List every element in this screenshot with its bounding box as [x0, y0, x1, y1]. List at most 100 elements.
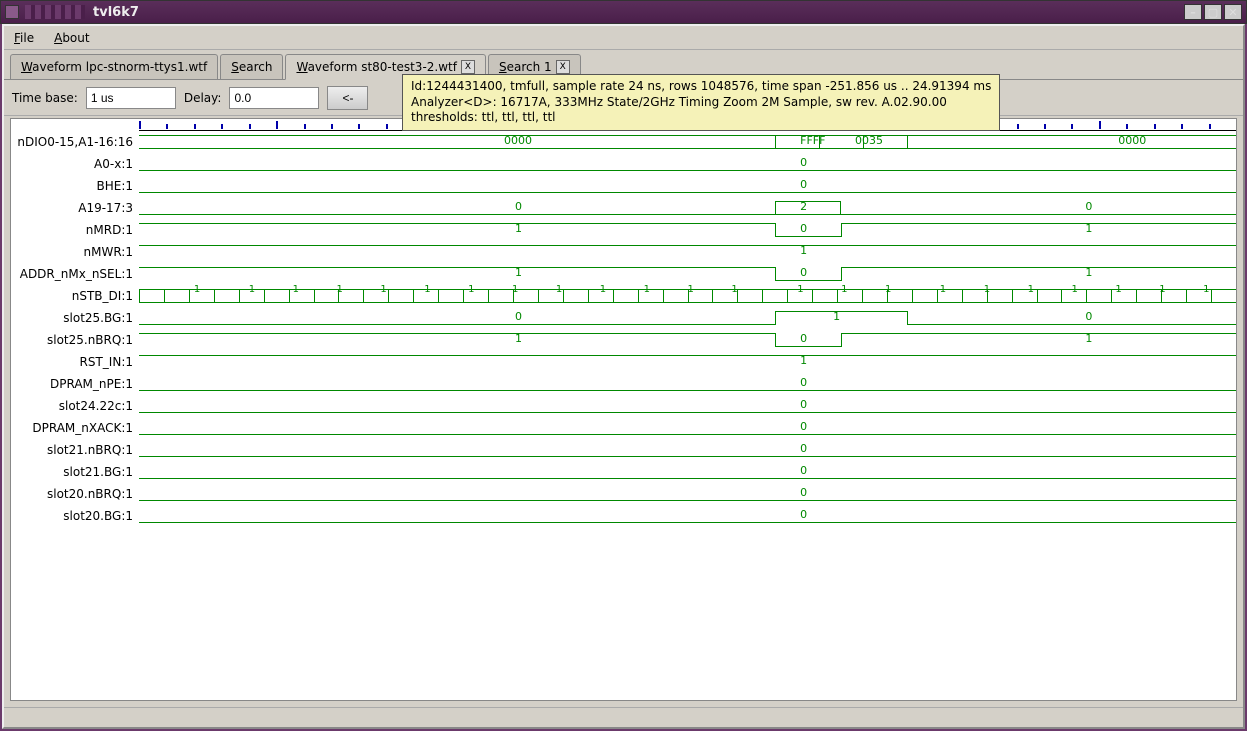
signal-track[interactable]: 1 — [139, 351, 1236, 373]
signal-label: DPRAM_nXACK:1 — [11, 421, 139, 435]
timebase-input[interactable] — [86, 87, 176, 109]
signal-label: slot20.BG:1 — [11, 509, 139, 523]
wave-value: 0 — [800, 486, 807, 499]
wave-value: 2 — [800, 200, 807, 213]
signal-track[interactable]: 1 0 1 — [139, 263, 1236, 285]
signal-label: DPRAM_nPE:1 — [11, 377, 139, 391]
tab-label: Search 1 — [499, 60, 552, 74]
signal-track[interactable]: 0000FFFF00350000 — [139, 131, 1236, 153]
tooltip-line3: thresholds: ttl, ttl, ttl, ttl — [411, 110, 991, 126]
signal-label: slot21.nBRQ:1 — [11, 443, 139, 457]
tab-1[interactable]: Search — [220, 54, 283, 79]
signal-label: slot21.BG:1 — [11, 465, 139, 479]
signal-label: A19-17:3 — [11, 201, 139, 215]
signal-row: DPRAM_nPE:1 0 — [11, 373, 1236, 395]
signal-track[interactable]: 0 — [139, 175, 1236, 197]
signal-label: nDIO0-15,A1-16:16 — [11, 135, 139, 149]
wave-value: 0 — [800, 420, 807, 433]
wave-value: 1 — [1085, 222, 1092, 235]
close-button[interactable]: ✕ — [1224, 4, 1242, 20]
signal-track[interactable]: 0 — [139, 505, 1236, 527]
wave-value: 1 — [1085, 332, 1092, 345]
wave-value: 0 — [800, 464, 807, 477]
signal-row: slot21.BG:1 0 — [11, 461, 1236, 483]
signal-row: RST_IN:11 — [11, 351, 1236, 373]
signal-row: slot25.nBRQ:1101 — [11, 329, 1236, 351]
signal-track[interactable]: 11111111111111111111111 — [139, 285, 1236, 307]
wave-value: FFFF — [800, 134, 825, 147]
menu-about[interactable]: About — [50, 29, 94, 47]
signal-row: slot21.nBRQ:1 0 — [11, 439, 1236, 461]
signal-row: A0-x:1 0 — [11, 153, 1236, 175]
signal-label: RST_IN:1 — [11, 355, 139, 369]
window-title: tvl6k7 — [93, 5, 1184, 20]
signal-track[interactable]: 020 — [139, 197, 1236, 219]
titlebar: tvl6k7 – ▢ ✕ — [0, 0, 1247, 24]
wave-value: 0 — [800, 376, 807, 389]
signals-panel: nDIO0-15,A1-16:160000FFFF00350000A0-x:10… — [11, 131, 1236, 527]
signal-track[interactable]: 0 1 0 — [139, 307, 1236, 329]
toolbar: Time base: Delay: <- Id:1244431400, tmfu… — [4, 80, 1243, 116]
nav-prev-button[interactable]: <- — [327, 86, 368, 110]
wave-value: 1 — [833, 310, 840, 323]
titlebar-decoration — [25, 5, 85, 19]
menu-file[interactable]: File — [10, 29, 38, 47]
signal-label: slot25.nBRQ:1 — [11, 333, 139, 347]
signal-track[interactable]: 0 — [139, 461, 1236, 483]
wave-value: 0 — [800, 156, 807, 169]
wave-value: 1 — [1085, 266, 1092, 279]
signal-label: BHE:1 — [11, 179, 139, 193]
signal-track[interactable]: 0 — [139, 395, 1236, 417]
wave-value: 0 — [800, 398, 807, 411]
signal-label: nMWR:1 — [11, 245, 139, 259]
signal-track[interactable]: 0 — [139, 153, 1236, 175]
signal-row: slot20.nBRQ:1 0 — [11, 483, 1236, 505]
tooltip-line1: Id:1244431400, tmfull, sample rate 24 ns… — [411, 79, 991, 95]
signal-label: nSTB_DI:1 — [11, 289, 139, 303]
signal-track[interactable]: 101 — [139, 219, 1236, 241]
wave-value: 0 — [800, 266, 807, 279]
signal-label: slot24.22c:1 — [11, 399, 139, 413]
signal-track[interactable]: 0 — [139, 483, 1236, 505]
tab-close-icon[interactable]: X — [556, 60, 570, 74]
tooltip-line2: Analyzer<D>: 16717A, 333MHz State/2GHz T… — [411, 95, 991, 111]
tab-0[interactable]: Waveform lpc-stnorm-ttys1.wtf — [10, 54, 218, 79]
signal-row: slot20.BG:1 0 — [11, 505, 1236, 527]
signal-row: nMRD:1101 — [11, 219, 1236, 241]
signal-label: slot25.BG:1 — [11, 311, 139, 325]
wave-value: 0 — [800, 178, 807, 191]
wave-value: 1 — [515, 222, 522, 235]
delay-input[interactable] — [229, 87, 319, 109]
signal-track[interactable]: 0 — [139, 373, 1236, 395]
signal-row: slot25.BG:1 0 1 0 — [11, 307, 1236, 329]
maximize-button[interactable]: ▢ — [1204, 4, 1222, 20]
delay-label: Delay: — [184, 91, 222, 105]
menubar: File About — [4, 26, 1243, 50]
signal-track[interactable]: 101 — [139, 329, 1236, 351]
signal-label: A0-x:1 — [11, 157, 139, 171]
statusbar — [4, 707, 1243, 727]
tab-label: Waveform st80-test3-2.wtf — [296, 60, 457, 74]
wave-value: 1 — [515, 266, 522, 279]
signal-row: slot24.22c:1 0 — [11, 395, 1236, 417]
signal-label: slot20.nBRQ:1 — [11, 487, 139, 501]
app-frame: File About Waveform lpc-stnorm-ttys1.wtf… — [2, 24, 1245, 729]
wave-value: 0 — [1085, 310, 1092, 323]
tab-label: Search — [231, 60, 272, 74]
waveform-area[interactable]: nDIO0-15,A1-16:160000FFFF00350000A0-x:10… — [10, 118, 1237, 701]
wave-value: 1 — [800, 244, 807, 257]
wave-value: 0000 — [1118, 134, 1146, 147]
wave-value: 0 — [515, 310, 522, 323]
signal-label: ADDR_nMx_nSEL:1 — [11, 267, 139, 281]
tab-close-icon[interactable]: X — [461, 60, 475, 74]
signal-track[interactable]: 1 — [139, 241, 1236, 263]
wave-value: 0 — [800, 508, 807, 521]
signal-track[interactable]: 0 — [139, 439, 1236, 461]
minimize-button[interactable]: – — [1184, 4, 1202, 20]
wave-value: 0 — [800, 442, 807, 455]
tab-label: Waveform lpc-stnorm-ttys1.wtf — [21, 60, 207, 74]
wave-value: 0 — [800, 332, 807, 345]
signal-track[interactable]: 0 — [139, 417, 1236, 439]
app-icon — [5, 5, 19, 19]
signal-row: ADDR_nMx_nSEL:1 1 0 1 — [11, 263, 1236, 285]
